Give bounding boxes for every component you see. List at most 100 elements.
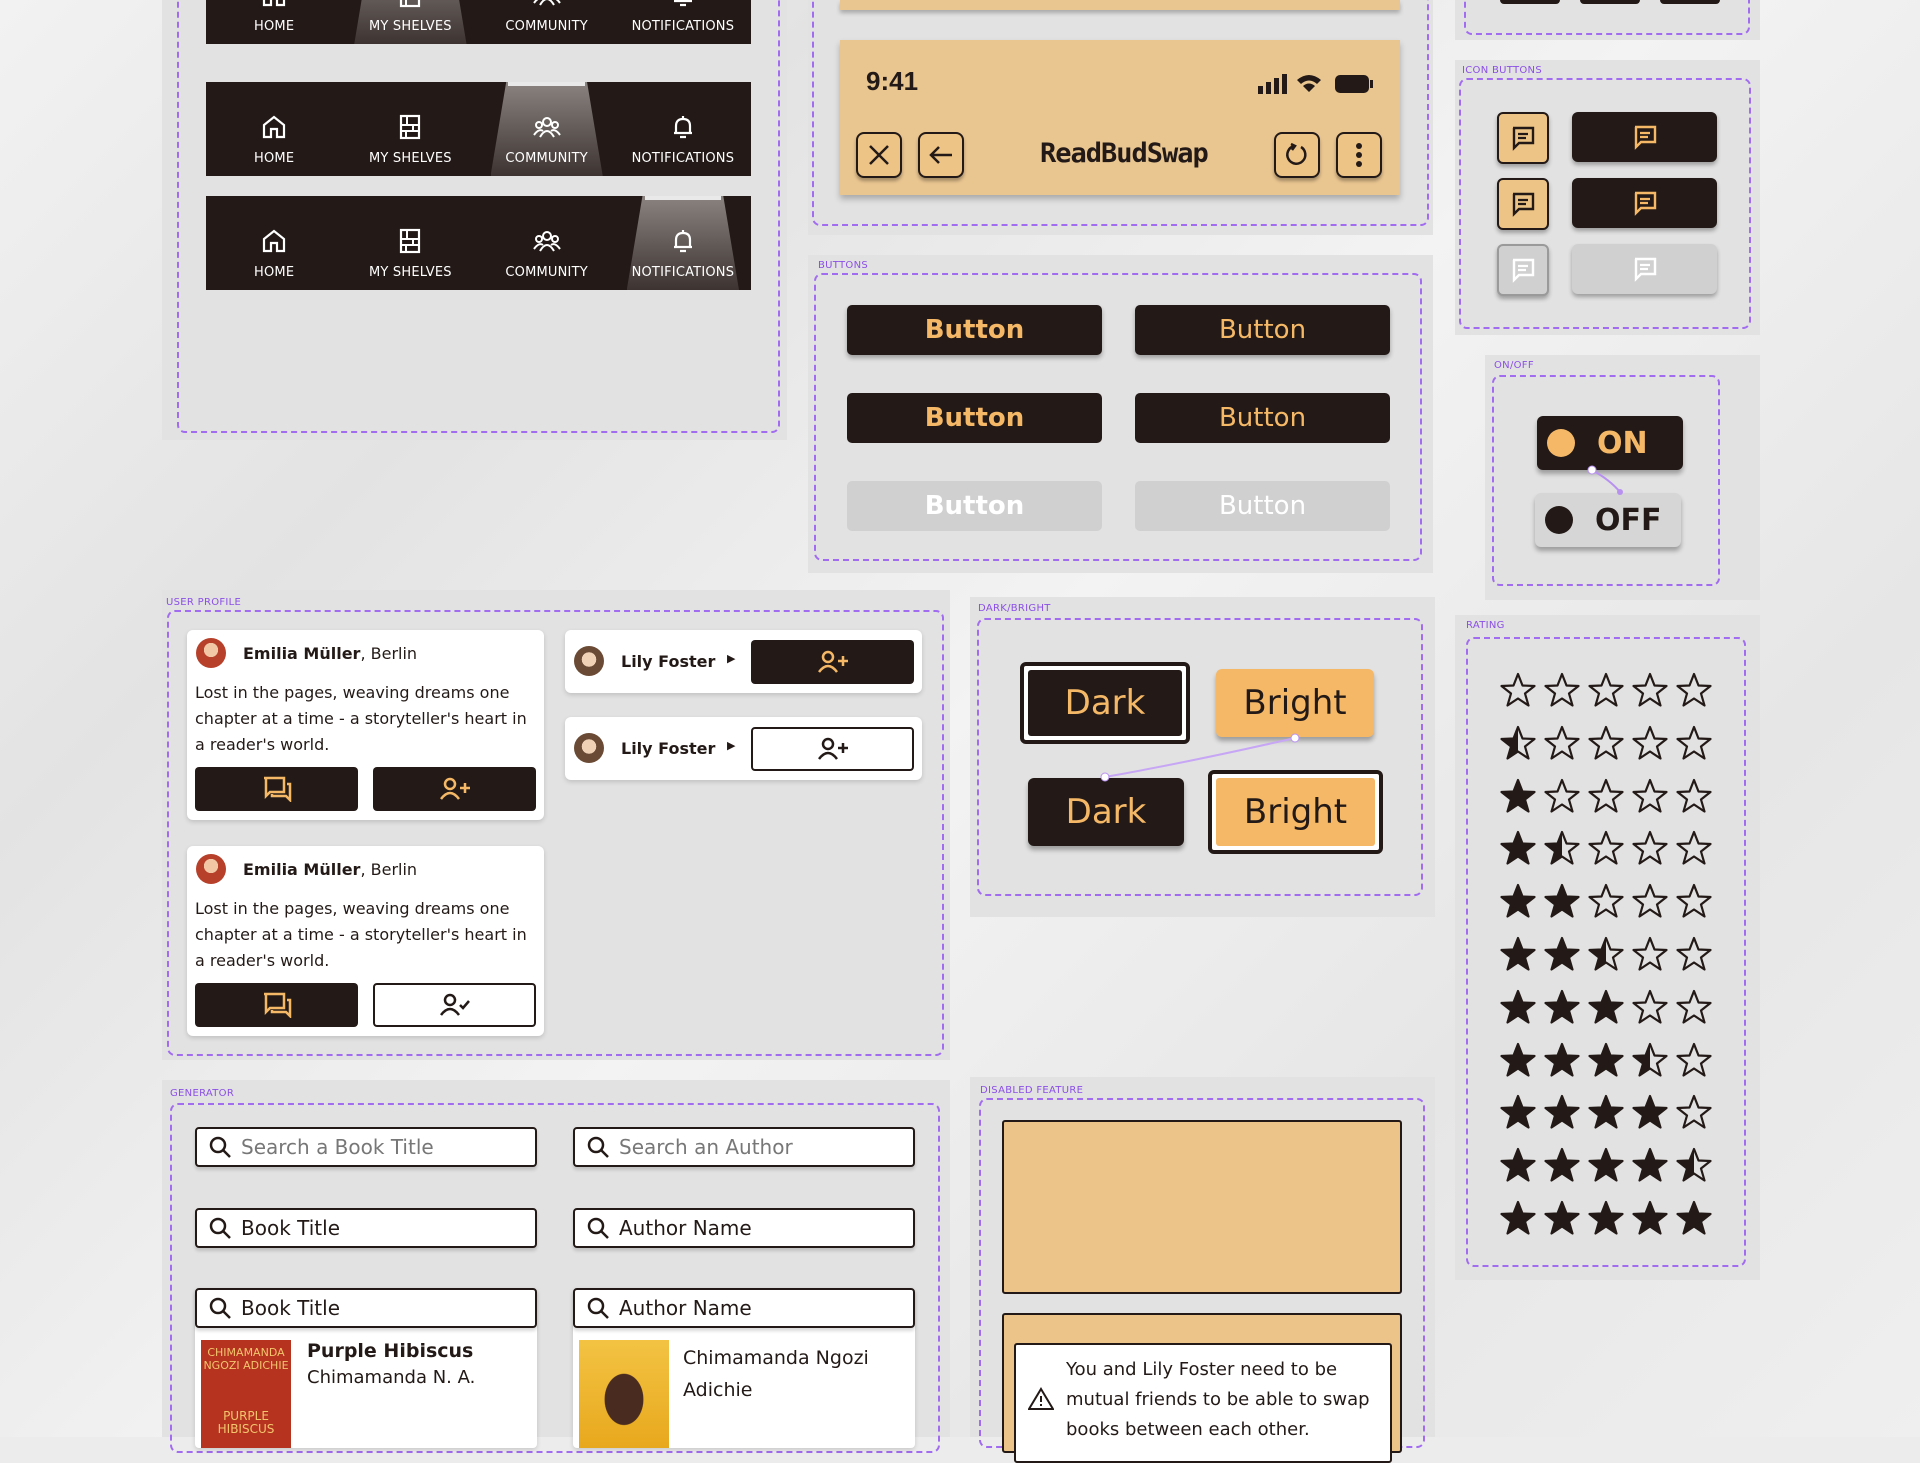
- star-empty-icon[interactable]: [1632, 936, 1668, 972]
- icon-button-1[interactable]: [1497, 112, 1549, 164]
- nav-item-my-shelves[interactable]: MY SHELVES: [342, 196, 478, 290]
- nav-item-my-shelves[interactable]: MY SHELVES: [342, 0, 478, 44]
- star-filled-icon[interactable]: [1544, 1147, 1580, 1183]
- star-filled-icon[interactable]: [1500, 883, 1536, 919]
- book-title-input-open[interactable]: Book Title: [195, 1288, 537, 1328]
- star-filled-icon[interactable]: [1544, 1094, 1580, 1130]
- star-empty-icon[interactable]: [1632, 989, 1668, 1025]
- close-button[interactable]: [856, 132, 902, 178]
- star-empty-icon[interactable]: [1676, 1094, 1712, 1130]
- star-filled-icon[interactable]: [1676, 1200, 1712, 1236]
- star-filled-icon[interactable]: [1500, 989, 1536, 1025]
- star-filled-icon[interactable]: [1588, 1200, 1624, 1236]
- icon-button-2[interactable]: [1572, 112, 1717, 162]
- book-result-title[interactable]: Purple Hibiscus: [307, 1340, 473, 1362]
- star-filled-icon[interactable]: [1632, 1094, 1668, 1130]
- friend-added-button[interactable]: [373, 983, 536, 1027]
- refresh-button[interactable]: [1274, 132, 1320, 178]
- rating-row[interactable]: [1500, 1042, 1720, 1078]
- star-half-icon[interactable]: [1588, 936, 1624, 972]
- author-result-name[interactable]: Chimamanda Ngozi Adichie: [683, 1342, 883, 1406]
- star-empty-icon[interactable]: [1544, 672, 1580, 708]
- back-button[interactable]: [918, 132, 964, 178]
- star-empty-icon[interactable]: [1632, 830, 1668, 866]
- star-empty-icon[interactable]: [1632, 725, 1668, 761]
- button-regular-1[interactable]: Button: [1135, 305, 1390, 355]
- star-half-icon[interactable]: [1676, 1147, 1712, 1183]
- rating-row[interactable]: [1500, 989, 1720, 1025]
- star-empty-icon[interactable]: [1588, 725, 1624, 761]
- author-name-input[interactable]: Author Name: [573, 1208, 915, 1248]
- star-empty-icon[interactable]: [1632, 672, 1668, 708]
- button-bold-1[interactable]: Button: [847, 305, 1102, 355]
- star-empty-icon[interactable]: [1676, 830, 1712, 866]
- nav-item-my-shelves[interactable]: MY SHELVES: [342, 82, 478, 176]
- message-button[interactable]: [195, 983, 358, 1027]
- nav-item-home[interactable]: HOME: [206, 196, 342, 290]
- star-filled-icon[interactable]: [1632, 1200, 1668, 1236]
- star-empty-icon[interactable]: [1588, 672, 1624, 708]
- star-filled-icon[interactable]: [1588, 1147, 1624, 1183]
- star-filled-icon[interactable]: [1544, 1042, 1580, 1078]
- star-filled-icon[interactable]: [1544, 883, 1580, 919]
- rating-row[interactable]: [1500, 936, 1720, 972]
- star-filled-icon[interactable]: [1588, 1094, 1624, 1130]
- star-filled-icon[interactable]: [1588, 989, 1624, 1025]
- star-empty-icon[interactable]: [1676, 936, 1712, 972]
- star-filled-icon[interactable]: [1500, 830, 1536, 866]
- author-name-input-open[interactable]: Author Name: [573, 1288, 915, 1328]
- nav-item-notifications[interactable]: NOTIFICATIONS: [615, 0, 751, 44]
- star-empty-icon[interactable]: [1500, 672, 1536, 708]
- add-friend-button[interactable]: [751, 640, 914, 684]
- star-empty-icon[interactable]: [1676, 989, 1712, 1025]
- star-empty-icon[interactable]: [1632, 883, 1668, 919]
- star-filled-icon[interactable]: [1544, 936, 1580, 972]
- star-filled-icon[interactable]: [1632, 1147, 1668, 1183]
- rating-row[interactable]: [1500, 725, 1720, 761]
- star-empty-icon[interactable]: [1676, 778, 1712, 814]
- icon-button-3[interactable]: [1497, 178, 1549, 230]
- book-search-input[interactable]: Search a Book Title: [195, 1127, 537, 1167]
- rating-row[interactable]: [1500, 1200, 1720, 1236]
- rating-row[interactable]: [1500, 778, 1720, 814]
- nav-item-community[interactable]: COMMUNITY: [479, 0, 615, 44]
- rating-row[interactable]: [1500, 830, 1720, 866]
- nav-item-notifications[interactable]: NOTIFICATIONS: [615, 196, 751, 290]
- star-filled-icon[interactable]: [1500, 936, 1536, 972]
- button-regular-2[interactable]: Button: [1135, 393, 1390, 443]
- nav-item-community[interactable]: COMMUNITY: [479, 82, 615, 176]
- author-search-input[interactable]: Search an Author: [573, 1127, 915, 1167]
- star-empty-icon[interactable]: [1544, 778, 1580, 814]
- add-friend-button[interactable]: [373, 767, 536, 811]
- star-empty-icon[interactable]: [1588, 883, 1624, 919]
- bright-button[interactable]: Bright: [1216, 669, 1374, 737]
- message-button[interactable]: [195, 767, 358, 811]
- star-empty-icon[interactable]: [1544, 725, 1580, 761]
- button-bold-2[interactable]: Button: [847, 393, 1102, 443]
- star-filled-icon[interactable]: [1500, 1200, 1536, 1236]
- nav-item-home[interactable]: HOME: [206, 82, 342, 176]
- dark-button[interactable]: Dark: [1028, 778, 1184, 846]
- star-empty-icon[interactable]: [1676, 725, 1712, 761]
- star-half-icon[interactable]: [1544, 830, 1580, 866]
- star-filled-icon[interactable]: [1544, 1200, 1580, 1236]
- star-filled-icon[interactable]: [1500, 1094, 1536, 1130]
- star-filled-icon[interactable]: [1500, 1042, 1536, 1078]
- nav-item-notifications[interactable]: NOTIFICATIONS: [615, 82, 751, 176]
- toggle-off[interactable]: OFF: [1535, 493, 1681, 547]
- star-empty-icon[interactable]: [1632, 778, 1668, 814]
- icon-button-4[interactable]: [1572, 178, 1717, 228]
- star-filled-icon[interactable]: [1544, 989, 1580, 1025]
- rating-row[interactable]: [1500, 672, 1720, 708]
- book-title-input[interactable]: Book Title: [195, 1208, 537, 1248]
- more-button[interactable]: [1336, 132, 1382, 178]
- rating-row[interactable]: [1500, 1094, 1720, 1130]
- rating-row[interactable]: [1500, 1147, 1720, 1183]
- bright-button-selected[interactable]: Bright: [1208, 770, 1383, 854]
- star-filled-icon[interactable]: [1588, 1042, 1624, 1078]
- star-filled-icon[interactable]: [1500, 1147, 1536, 1183]
- star-empty-icon[interactable]: [1676, 1042, 1712, 1078]
- star-empty-icon[interactable]: [1588, 778, 1624, 814]
- star-empty-icon[interactable]: [1676, 883, 1712, 919]
- star-empty-icon[interactable]: [1588, 830, 1624, 866]
